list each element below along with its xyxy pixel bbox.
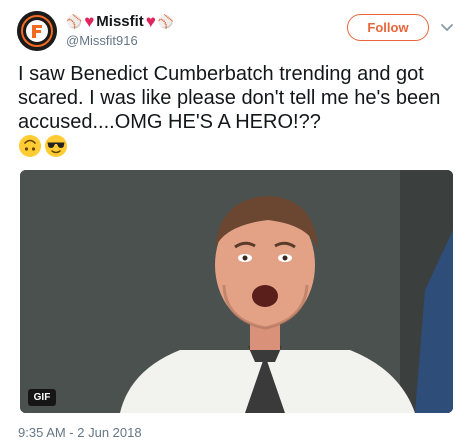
- follow-button[interactable]: Follow: [347, 14, 429, 41]
- display-name-row[interactable]: ⚾ ♥ Missfit ♥ ⚾: [66, 11, 174, 31]
- giants-logo-icon: [17, 11, 57, 51]
- sunglasses-face-icon: [45, 135, 67, 157]
- chevron-down-icon[interactable]: [440, 21, 454, 35]
- emoji-row: [18, 134, 68, 158]
- gif-media[interactable]: [20, 170, 453, 413]
- gif-badge: GIF: [28, 389, 56, 406]
- heart-icon: ♥: [145, 11, 156, 31]
- baseball-icon: ⚾: [66, 13, 83, 29]
- baseball-icon: ⚾: [157, 13, 175, 29]
- upside-down-face-icon: [19, 135, 41, 157]
- gif-image: [20, 170, 453, 413]
- avatar[interactable]: [17, 11, 57, 51]
- tweet-timestamp[interactable]: 9:35 AM - 2 Jun 2018: [18, 425, 142, 440]
- tweet-text: I saw Benedict Cumberbatch trending and …: [18, 63, 441, 133]
- display-name[interactable]: Missfit: [96, 13, 144, 30]
- heart-icon: ♥: [84, 11, 95, 31]
- user-handle[interactable]: @Missfit916: [66, 33, 138, 48]
